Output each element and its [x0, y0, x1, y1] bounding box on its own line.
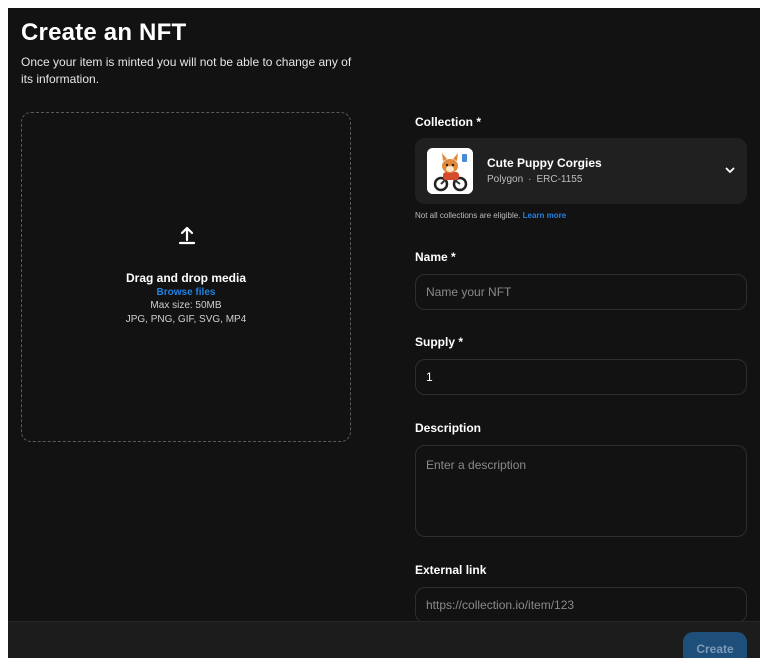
collection-hint: Not all collections are eligible. Learn …	[415, 211, 566, 220]
collection-select[interactable]: Cute Puppy Corgies Polygon · ERC-1155	[415, 138, 747, 204]
dropzone-title: Drag and drop media	[125, 271, 247, 285]
name-input[interactable]	[415, 274, 747, 310]
footer-bar: Create	[8, 621, 760, 658]
collection-thumbnail	[427, 148, 473, 194]
learn-more-link[interactable]: Learn more	[523, 211, 567, 220]
name-label: Name *	[415, 250, 456, 264]
collection-meta: Polygon · ERC-1155	[487, 174, 582, 185]
description-label: Description	[415, 421, 482, 435]
chevron-down-icon	[725, 167, 735, 173]
external-link-input[interactable]	[415, 587, 747, 623]
collection-name: Cute Puppy Corgies	[487, 156, 602, 170]
supported-formats-text: JPG, PNG, GIF, SVG, MP4	[125, 314, 247, 325]
collection-standard: ERC-1155	[536, 174, 583, 185]
collection-chain: Polygon	[487, 174, 524, 185]
media-dropzone[interactable]: Drag and drop media Browse files Max siz…	[21, 112, 351, 442]
external-link-label: External link	[415, 563, 487, 577]
collection-hint-text: Not all collections are eligible.	[415, 211, 521, 220]
meta-separator: ·	[528, 174, 532, 185]
supply-input[interactable]	[415, 359, 747, 395]
create-nft-page: Create an NFT Once your item is minted y…	[8, 8, 760, 658]
collection-label: Collection *	[415, 115, 482, 129]
description-textarea[interactable]	[415, 445, 747, 537]
create-button[interactable]: Create	[683, 632, 747, 658]
max-size-text: Max size: 50MB	[150, 300, 222, 311]
browse-files-link[interactable]: Browse files	[157, 287, 216, 298]
corgi-image	[427, 148, 473, 194]
upload-icon	[178, 226, 196, 245]
page-subtitle: Once your item is minted you will not be…	[21, 55, 352, 86]
supply-label: Supply *	[415, 335, 464, 349]
page-title: Create an NFT	[21, 19, 187, 46]
